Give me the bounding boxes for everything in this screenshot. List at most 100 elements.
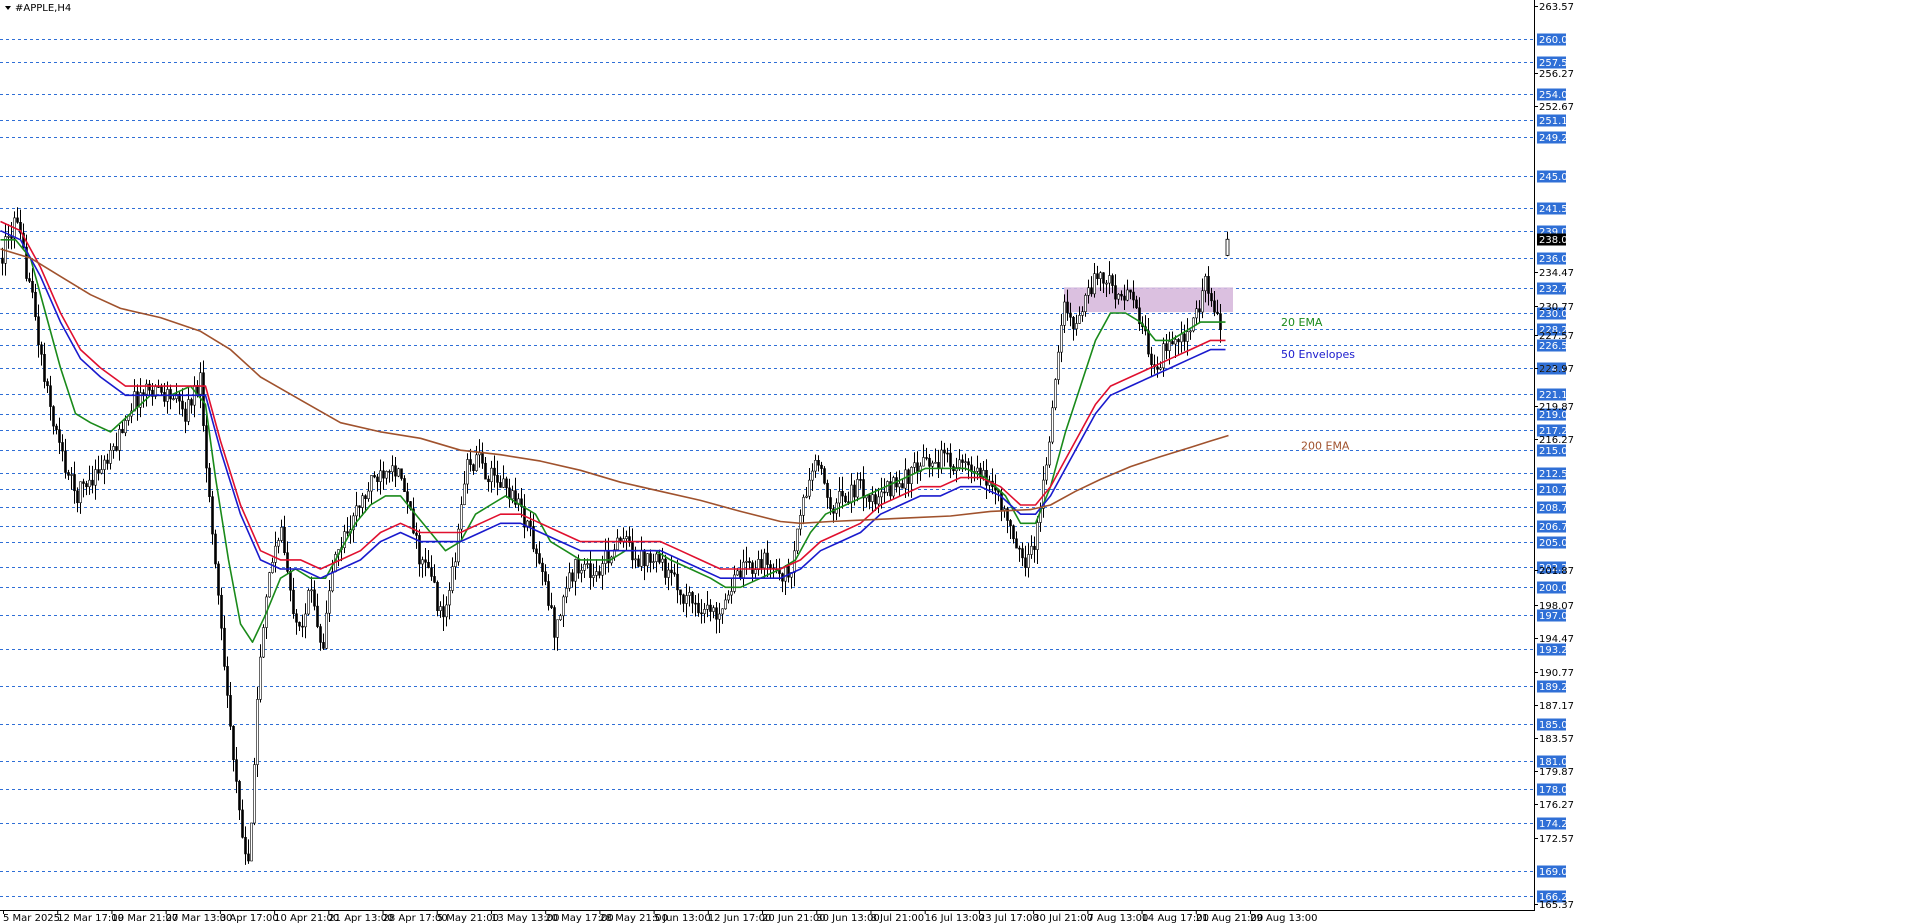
candle-body [1021,548,1024,559]
candle-body [355,505,358,517]
candle-body [715,607,718,620]
level-tag-label: 254.00 [1539,90,1574,101]
candle-body [868,495,871,502]
level-tag-label: 241.50 [1539,204,1574,215]
candle-body [274,545,277,563]
y-tick-label: 223.97 [1539,364,1574,375]
candle-body [472,464,475,471]
candle-body [382,470,385,479]
candle-body [280,526,283,541]
candle-body [574,559,577,582]
candle-body [163,392,166,402]
x-tick-label: 5 Mar 2025 [3,913,60,923]
candle-body [367,490,370,500]
candle-body [223,627,226,667]
candle-body [418,535,421,565]
candle-body [877,496,880,505]
candle-body [325,612,328,649]
candle-body [640,550,643,567]
price-chart[interactable]: 20 EMA50 Envelopes200 EMA 260.00257.5025… [0,0,1916,923]
level-tag-label: 215.00 [1539,446,1574,457]
candle-body [109,449,112,464]
candle-body [1084,295,1087,312]
candle-body [70,474,73,476]
candle-body [370,475,373,492]
x-tick-label: 5 May 21:00 [437,913,499,923]
candle-body [1000,491,1003,511]
level-tag-label: 197.00 [1539,611,1574,622]
candle-body [862,479,865,499]
candle-body [751,562,754,574]
candle-body [679,589,682,596]
candle-body [1135,299,1138,309]
candle-body [124,420,127,434]
candle-body [538,553,541,564]
candle-body [529,520,532,527]
y-tick-label: 234.47 [1539,268,1574,279]
candle-body [550,605,553,608]
candle-body [739,570,742,578]
candle-body [736,570,739,576]
candle-body [676,573,679,591]
candle-body [1111,275,1114,286]
symbol-title: #APPLE,H4 [15,3,71,14]
y-tick-label: 252.67 [1539,102,1574,113]
candle-body [964,461,967,464]
y-tick-label: 256.27 [1539,69,1574,80]
candle-body [511,490,514,500]
symbol-header[interactable]: #APPLE,H4 [5,3,71,14]
candle-body [1156,366,1159,370]
candle-body [1,257,4,264]
candle-body [637,558,640,567]
candle-body [1063,301,1066,326]
candle-body [67,472,70,476]
candle-body [238,781,241,811]
candle-body [535,548,538,554]
candle-body [220,594,223,629]
candle-body [1027,554,1030,568]
candle-body [439,606,442,611]
candle-body [709,604,712,612]
candle-body [1066,301,1069,314]
candle-body [235,759,238,782]
candle-body [43,353,46,382]
level-tag-label: 251.10 [1539,116,1574,127]
level-tag-label: 260.00 [1539,35,1574,46]
candle-body [595,571,598,576]
level-tag-label: 245.00 [1539,172,1574,183]
candle-body [181,400,184,410]
candle-body [934,462,937,464]
candle-body [79,481,82,504]
candle-body [1105,282,1108,285]
candle-body [898,483,901,488]
indicator-label: 20 EMA [1281,316,1323,329]
candle-body [1117,293,1120,300]
candle-body [373,475,376,478]
candle-body [796,528,799,552]
candle-body [844,495,847,503]
x-tick-label: 5 Jun 13:00 [654,913,711,923]
candle-body [742,561,745,578]
candle-body [760,559,763,569]
candle-body [184,408,187,422]
candle-body [256,699,259,765]
level-tag-label: 257.50 [1539,58,1574,69]
candle-body [1072,317,1075,330]
candle-body [1045,464,1048,481]
candle-body [493,467,496,476]
candle-body [823,468,826,484]
candle-body [1150,353,1153,365]
candle-body [502,478,505,488]
candle-body [664,558,667,578]
candle-body [427,561,430,569]
candle-body [859,479,862,481]
candle-body [1180,333,1183,343]
level-tag-label: 174.25 [1539,819,1574,830]
level-tag-label: 210.75 [1539,485,1574,496]
y-tick-label: 194.47 [1539,634,1574,645]
candle-body [85,483,88,488]
chart-background [0,0,1916,923]
candle-body [442,606,445,618]
candle-body [553,607,556,638]
price-axis[interactable]: 260.00 257.50 254.00 251.10 249.25 245.00 241.… [1534,2,1574,911]
